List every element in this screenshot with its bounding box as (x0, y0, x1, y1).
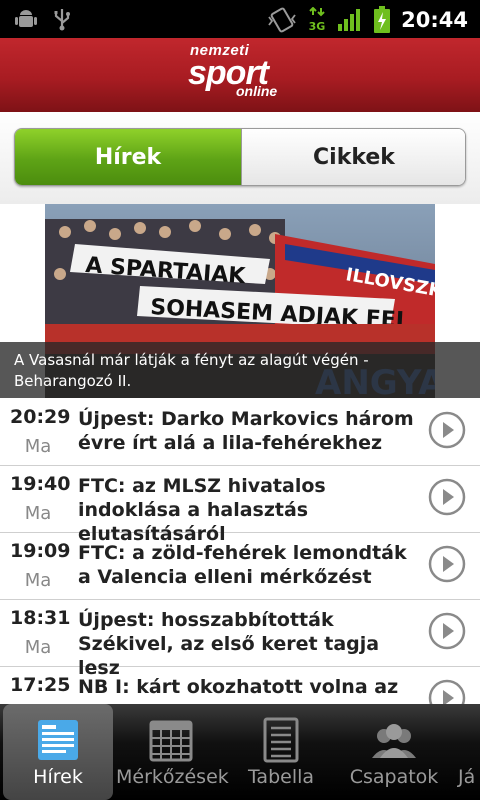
news-time: 19:09 (10, 540, 71, 562)
nav-item-players[interactable]: Já (450, 704, 480, 800)
nav-label: Tabella (247, 766, 315, 788)
play-arrow-icon[interactable] (428, 411, 466, 449)
news-row[interactable]: 19:40 Ma FTC: az MLSZ hivatalos indoklás… (0, 465, 480, 545)
vibrate-icon (268, 7, 296, 33)
play-arrow-icon[interactable] (428, 612, 466, 650)
3g-data-icon: 3G (309, 7, 326, 33)
bottom-navigation: Hírek Mérkőzések Tabella Csapatok Já (0, 704, 480, 800)
teams-icon (372, 724, 416, 758)
news-title: Újpest: Darko Markovics három évre írt a… (78, 408, 414, 454)
featured-article[interactable]: ILLOVSZKY A SPARTAIAK SOHASEM ADJAK FEL … (0, 204, 480, 398)
news-row[interactable]: 19:09 Ma FTC: a zöld-fehérek lemondták a… (0, 532, 480, 600)
nav-item-csapatok[interactable]: Csapatok (339, 704, 449, 800)
news-time: 19:40 (10, 473, 71, 495)
featured-caption: A Vasasnál már látják a fényt az alagút … (0, 342, 480, 398)
play-arrow-icon[interactable] (428, 679, 466, 704)
android-debug-icon (15, 10, 37, 27)
news-row[interactable]: 18:31 Ma Újpest: hosszabbították Székive… (0, 599, 480, 679)
table-icon (263, 717, 299, 763)
usb-icon (54, 9, 70, 31)
news-day: Ma (24, 503, 52, 524)
news-title: FTC: a zöld-fehérek lemondták a Valencia… (78, 542, 407, 588)
news-row[interactable]: 17:25 NB I: kárt okozhatott volna az (0, 666, 480, 704)
nav-item-hirek[interactable]: Hírek (3, 704, 113, 800)
play-arrow-icon[interactable] (428, 545, 466, 583)
news-day: Ma (24, 570, 52, 591)
segmented-control: Hírek Cikkek (14, 128, 466, 186)
calendar-icon (149, 720, 193, 762)
nav-label: Csapatok (349, 766, 439, 788)
nav-item-tabella[interactable]: Tabella (226, 704, 336, 800)
news-icon (38, 720, 78, 760)
tab-cikkek[interactable]: Cikkek (241, 129, 465, 185)
play-arrow-icon[interactable] (428, 478, 466, 516)
news-title: NB I: kárt okozhatott volna az (78, 676, 399, 698)
status-bar: 3G 20:44 (0, 0, 480, 38)
news-list: 20:29 Ma Újpest: Darko Markovics három é… (0, 398, 480, 704)
news-time: 18:31 (10, 607, 71, 629)
news-time: 17:25 (10, 674, 71, 696)
signal-icon (338, 9, 361, 31)
news-row[interactable]: 20:29 Ma Újpest: Darko Markovics három é… (0, 398, 480, 466)
nav-label: Já (458, 766, 476, 788)
status-time: 20:44 (401, 8, 468, 32)
nav-label: Mérkőzések (116, 766, 229, 788)
svg-text:3G: 3G (309, 20, 326, 33)
tab-hirek[interactable]: Hírek (15, 129, 241, 185)
logo-line-3: online (236, 83, 278, 99)
battery-charging-icon (374, 6, 391, 33)
nav-label: Hírek (33, 766, 83, 788)
news-day: Ma (24, 436, 52, 457)
nav-item-merkozesek[interactable]: Mérkőzések (116, 704, 229, 800)
app-logo: nemzeti sport online (188, 42, 298, 102)
tab-bar: Hírek Cikkek (0, 112, 480, 205)
news-time: 20:29 (10, 406, 71, 428)
news-day: Ma (24, 637, 52, 658)
